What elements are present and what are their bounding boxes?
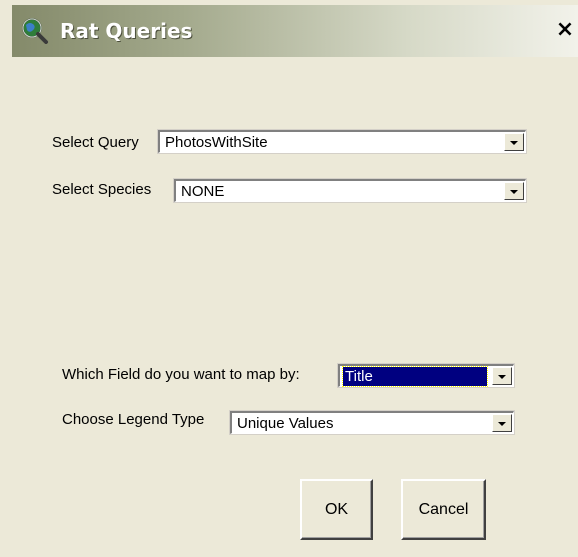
select-species-label: Select Species	[52, 181, 152, 198]
ok-button[interactable]: OK	[300, 479, 373, 540]
window-title: Rat Queries	[60, 19, 193, 43]
legend-type-label: Choose Legend Type	[62, 411, 205, 428]
legend-type-value: Unique Values	[237, 415, 334, 432]
map-magnifier-icon	[20, 16, 50, 44]
map-field-label: Which Field do you want to map by:	[62, 366, 300, 383]
select-species-dropdown-arrow[interactable]	[504, 182, 524, 200]
select-query-label: Select Query	[52, 134, 139, 151]
select-query-value: PhotosWithSite	[165, 134, 268, 151]
select-query-dropdown-arrow[interactable]	[504, 133, 524, 151]
select-species-combo[interactable]: NONE	[173, 178, 527, 203]
map-field-combo[interactable]: Title	[337, 363, 515, 388]
legend-type-combo[interactable]: Unique Values	[229, 410, 515, 435]
map-field-dropdown-arrow[interactable]	[492, 367, 512, 385]
cancel-button[interactable]: Cancel	[401, 479, 486, 540]
select-species-value: NONE	[181, 183, 225, 200]
map-field-value: Title	[342, 366, 488, 387]
select-query-combo[interactable]: PhotosWithSite	[157, 129, 527, 154]
legend-type-dropdown-arrow[interactable]	[492, 414, 512, 432]
close-button[interactable]: ×	[552, 17, 578, 43]
rat-queries-dialog: Rat Queries × Select Query PhotosWithSit…	[0, 0, 578, 557]
title-bar: Rat Queries ×	[12, 5, 578, 57]
